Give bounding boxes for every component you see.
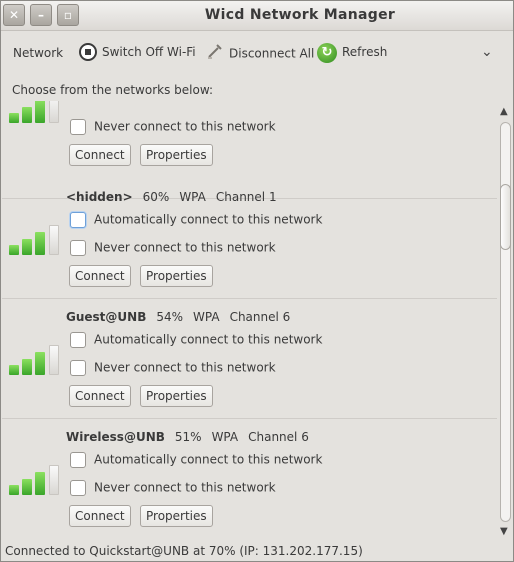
network-encryption: WPA (211, 430, 239, 444)
never-connect-option[interactable]: Never connect to this network (70, 358, 276, 376)
auto-connect-option[interactable]: Automatically connect to this network (70, 450, 322, 468)
network-ssid: Guest@UNB (66, 310, 147, 324)
never-connect-checkbox[interactable] (70, 359, 86, 376)
connect-button[interactable]: Connect (69, 144, 131, 166)
signal-strength-icon (9, 101, 61, 123)
disconnect-icon (206, 42, 224, 66)
network-info: Guest@UNB 54% WPA Channel 6 (66, 310, 300, 324)
disconnect-all-button[interactable]: Disconnect All (206, 42, 314, 62)
auto-connect-checkbox[interactable] (70, 211, 86, 228)
switch-off-wifi-button[interactable]: Switch Off Wi-Fi (79, 42, 196, 62)
properties-button[interactable]: Properties (140, 144, 213, 166)
connect-button[interactable]: Connect (69, 385, 131, 407)
scrollbar-thumb[interactable] (500, 184, 511, 250)
network-encryption: WPA (179, 190, 206, 204)
network-channel: Channel 1 (215, 190, 277, 204)
refresh-label: Refresh (342, 45, 388, 59)
signal-strength-icon (9, 223, 61, 255)
network-item: Guest@UNB 54% WPA Channel 6 Automatically c… (2, 299, 497, 419)
scrollbar-track[interactable] (500, 122, 511, 522)
properties-button[interactable]: Properties (140, 385, 213, 407)
network-channel: Channel 6 (229, 310, 291, 324)
never-connect-option[interactable]: Never connect to this network (70, 238, 276, 256)
auto-connect-option[interactable]: Automatically connect to this network (70, 210, 322, 228)
scroll-down-icon[interactable]: ▼ (500, 526, 508, 537)
network-strength: 51% (174, 430, 202, 444)
switch-wifi-label: Switch Off Wi-Fi (102, 45, 196, 59)
network-item: <hidden> 60% WPA Channel 1 Automatically co… (2, 179, 497, 299)
network-ssid: Wireless@UNB (66, 430, 165, 444)
window-title: Wicd Network Manager (204, 7, 396, 23)
scroll-up-icon[interactable]: ▲ (500, 106, 508, 117)
network-info: Wireless@UNB 51% WPA Channel 6 (66, 430, 319, 444)
network-strength: 60% (142, 190, 170, 204)
choose-network-label: Choose from the networks below: (12, 83, 214, 97)
network-ssid: <hidden> (66, 190, 133, 204)
never-connect-option[interactable]: Never connect to this network (70, 117, 276, 135)
connect-button[interactable]: Connect (69, 265, 131, 287)
auto-connect-checkbox[interactable] (70, 331, 86, 348)
properties-button[interactable]: Properties (140, 265, 213, 287)
disconnect-label: Disconnect All (229, 46, 315, 61)
network-encryption: WPA (193, 310, 220, 324)
auto-connect-checkbox[interactable] (70, 451, 86, 468)
network-info: <hidden> 60% WPA Channel 1 (66, 190, 287, 204)
chevron-down-icon[interactable]: ⌄ (481, 44, 493, 60)
network-menu[interactable]: Network (13, 43, 63, 63)
signal-strength-icon (9, 463, 61, 495)
network-list[interactable]: Never connect to this network Connect Pr… (2, 101, 497, 539)
connect-button[interactable]: Connect (69, 505, 131, 527)
network-strength: 54% (156, 310, 184, 324)
never-connect-checkbox[interactable] (70, 479, 86, 496)
refresh-icon: ↻ (317, 42, 337, 63)
wicd-window: ✕ – ▫ Wicd Network Manager Network Switc… (0, 0, 514, 562)
never-connect-option[interactable]: Never connect to this network (70, 478, 276, 496)
auto-connect-option[interactable]: Automatically connect to this network (70, 330, 322, 348)
signal-strength-icon (9, 343, 61, 375)
properties-button[interactable]: Properties (140, 505, 213, 527)
never-connect-checkbox[interactable] (70, 118, 86, 135)
toolbar: Network Switch Off Wi-Fi Disconnect All … (1, 32, 513, 72)
status-bar: Connected to Quickstart@UNB at 70% (IP: … (5, 544, 363, 558)
never-connect-checkbox[interactable] (70, 239, 86, 256)
power-icon (79, 42, 97, 61)
network-channel: Channel 6 (248, 430, 309, 444)
refresh-button[interactable]: ↻ Refresh (317, 42, 388, 63)
vertical-scrollbar[interactable]: ▲ ▼ (498, 104, 514, 544)
title-bar[interactable]: ✕ – ▫ Wicd Network Manager (1, 1, 513, 31)
network-item: Wireless@UNB 51% WPA Channel 6 Automaticall… (2, 419, 497, 539)
